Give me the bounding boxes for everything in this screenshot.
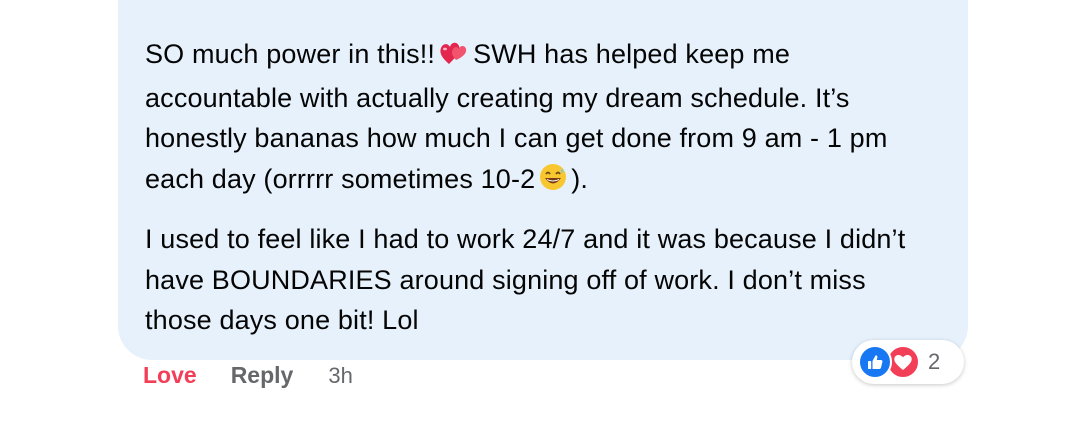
reply-button[interactable]: Reply (231, 362, 294, 389)
reaction-count: 2 (928, 349, 941, 374)
love-reaction-button[interactable]: Love (143, 362, 197, 389)
like-icon (858, 345, 892, 379)
grinning-sweat-face-icon (539, 162, 567, 203)
comment-timestamp[interactable]: 3h (328, 363, 352, 389)
comment-paragraph-1: SO much power in this!! SWH has helped ke… (145, 34, 938, 202)
comment-text-end: ). (571, 163, 589, 194)
comment-bubble: SO much power in this!! SWH has helped ke… (118, 0, 968, 360)
comment-paragraph-2: I used to feel like I had to work 24/7 a… (145, 224, 906, 335)
comment-actions: Love Reply 3h (143, 362, 353, 389)
two-hearts-icon (439, 37, 469, 78)
comment-text-start: SO much power in this!! (145, 39, 436, 69)
reaction-summary[interactable]: 2 (852, 340, 964, 384)
